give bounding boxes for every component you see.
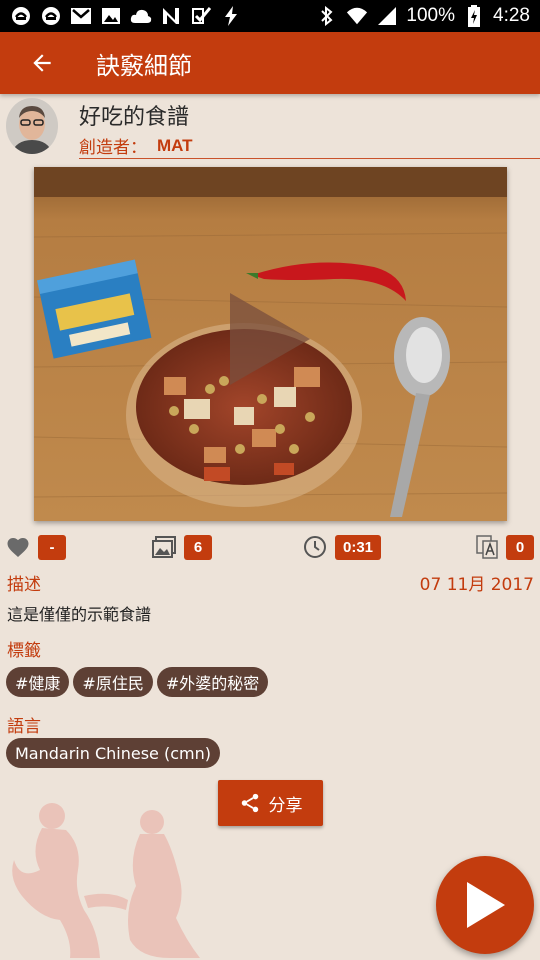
status-bar: 100% 4:28 bbox=[0, 0, 540, 32]
translate-icon bbox=[476, 535, 498, 559]
language-chip[interactable]: Mandarin Chinese (cmn) bbox=[6, 738, 220, 768]
clock-icon bbox=[304, 536, 326, 558]
image-icon bbox=[100, 6, 122, 26]
tag-chip[interactable]: #健康 bbox=[6, 667, 70, 697]
tag-chips: #健康 #原住民 #外婆的秘密 bbox=[6, 667, 269, 697]
share-icon bbox=[241, 793, 258, 813]
notification-icon bbox=[10, 6, 32, 26]
tags-label: 標籤 bbox=[7, 641, 41, 661]
status-left-icons bbox=[10, 6, 242, 26]
translations-count-badge: 0 bbox=[506, 534, 534, 560]
recipe-title: 好吃的食譜 bbox=[79, 105, 190, 130]
play-fab-button[interactable] bbox=[436, 856, 534, 954]
heart-icon bbox=[7, 538, 29, 557]
duration-stat: 0:31 bbox=[303, 534, 382, 560]
bluetooth-icon bbox=[316, 6, 338, 26]
play-icon bbox=[467, 882, 505, 928]
decorative-figures-watermark bbox=[12, 803, 200, 958]
creator-label: 創造者： bbox=[79, 138, 147, 158]
share-label: 分享 bbox=[268, 795, 303, 816]
translations-stat[interactable]: 0 bbox=[476, 534, 534, 560]
tag-chip[interactable]: #外婆的秘密 bbox=[156, 667, 269, 697]
duration-badge: 0:31 bbox=[335, 534, 382, 560]
cloud-icon bbox=[130, 6, 152, 26]
images-icon bbox=[152, 536, 176, 558]
description-text: 這是僅僅的示範食譜 bbox=[7, 605, 152, 624]
share-button[interactable]: 分享 bbox=[218, 780, 323, 826]
language-label: 語言 bbox=[7, 717, 41, 737]
signal-icon bbox=[376, 6, 398, 26]
images-count-badge: 6 bbox=[184, 534, 212, 560]
wifi-icon bbox=[346, 6, 368, 26]
likes-count-badge: - bbox=[38, 534, 66, 560]
status-right-icons: 100% 4:28 bbox=[316, 5, 530, 27]
gmail-icon bbox=[70, 6, 92, 26]
recipe-video-thumbnail[interactable] bbox=[34, 167, 507, 521]
images-stat[interactable]: 6 bbox=[152, 534, 212, 560]
notification-icon bbox=[40, 6, 62, 26]
n-icon bbox=[160, 6, 182, 26]
back-button[interactable] bbox=[16, 37, 68, 89]
battery-icon bbox=[463, 5, 485, 27]
language-chips: Mandarin Chinese (cmn) bbox=[6, 738, 220, 768]
page-title: 訣竅細節 bbox=[96, 51, 192, 80]
tag-chip[interactable]: #原住民 bbox=[73, 667, 153, 697]
recipe-date: 07 11月 2017 bbox=[419, 575, 534, 595]
creator-name[interactable]: MAT bbox=[157, 136, 193, 156]
description-label: 描述 bbox=[7, 575, 41, 595]
battery-percent: 100% bbox=[406, 5, 456, 26]
avatar[interactable] bbox=[6, 98, 58, 154]
checkbox-icon bbox=[190, 6, 212, 26]
creator-row: 創造者： MAT bbox=[79, 133, 540, 159]
clock: 4:28 bbox=[493, 5, 530, 26]
app-bar: 訣竅細節 bbox=[0, 32, 540, 94]
likes-stat[interactable]: - bbox=[6, 534, 66, 560]
arrow-back-icon bbox=[33, 54, 51, 72]
flash-icon bbox=[220, 6, 242, 26]
